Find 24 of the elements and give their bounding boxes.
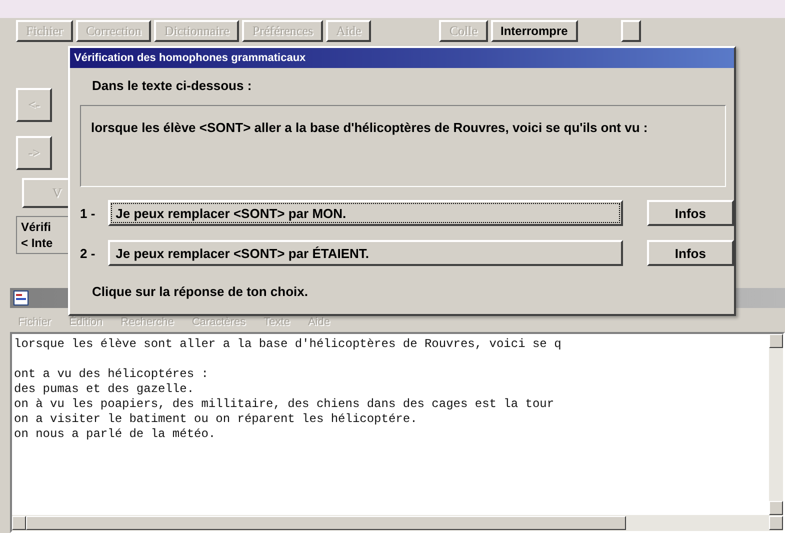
text-line: ont a vu des hélicoptéres : xyxy=(14,367,210,382)
intro-text: Dans le texte ci-dessous : xyxy=(91,77,253,93)
status-text: Vérifi xyxy=(21,220,52,234)
text-line: on a visiter le batiment ou on réparent les hélicoptére. xyxy=(14,412,418,427)
text-line: on nous a parlé de la météo. xyxy=(14,427,217,442)
info-button[interactable]: Infos xyxy=(646,200,734,226)
text-line: on à vu les poapiers, des millitaire, des chiens dans des cages est la tour xyxy=(14,397,556,412)
horizontal-scrollbar[interactable] xyxy=(12,515,783,531)
dialog-title: Vérification des homophones grammaticaux xyxy=(70,48,734,68)
answer-button[interactable]: Je peux remplacer <SONT> par ÉTAIENT. xyxy=(108,240,623,266)
document-icon xyxy=(13,290,29,306)
excerpt-text: lorsque les élève <SONT> aller a la base d'hélicoptères de Rouvres, voici se qu'ils ont vu : xyxy=(80,105,726,187)
choice-number: 2 - xyxy=(80,246,96,260)
text-line: lorsque les élève sont aller a la base d'hélicoptères de Rouvres, voici se q xyxy=(14,337,562,352)
choice-number: 1 - xyxy=(80,206,96,220)
vertical-scrollbar[interactable] xyxy=(769,334,783,515)
menu-button[interactable]: Interrompre xyxy=(490,20,578,42)
text-line: des pumas et des gazelle. xyxy=(14,382,196,397)
status-text: < Inte xyxy=(21,236,54,250)
info-button[interactable]: Infos xyxy=(646,240,734,266)
text-area[interactable] xyxy=(10,332,785,533)
instruction-text: Clique sur la réponse de ton choix. xyxy=(91,283,309,299)
answer-button[interactable]: Je peux remplacer <SONT> par MON. xyxy=(108,200,623,226)
minimize-button[interactable] xyxy=(620,20,641,42)
